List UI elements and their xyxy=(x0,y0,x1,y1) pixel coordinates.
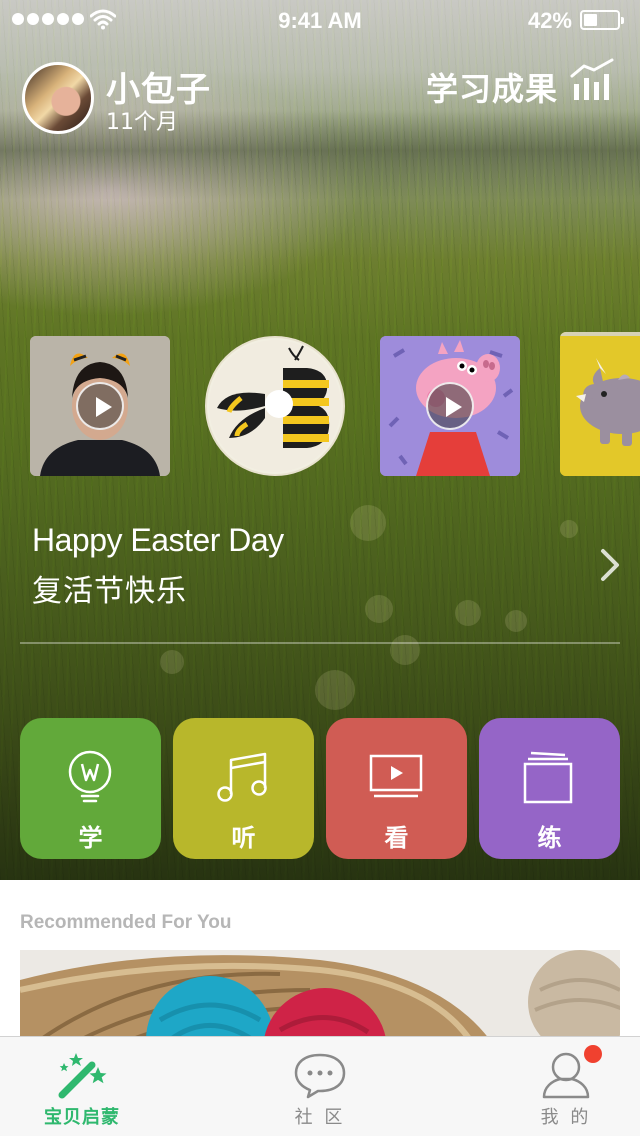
category-practice-label: 练 xyxy=(537,824,562,852)
notification-badge xyxy=(584,1045,602,1063)
category-learn-label: 学 xyxy=(78,824,103,852)
tab-bar: 宝贝启蒙 社 区 我 的 xyxy=(0,1036,640,1136)
rhino-illustration xyxy=(560,332,640,476)
carousel-item-rhino-cartoon[interactable] xyxy=(560,332,640,476)
chevron-right-icon[interactable] xyxy=(600,548,620,582)
category-watch-label: 看 xyxy=(384,824,409,852)
carousel-item-bee-letter-b-craft[interactable] xyxy=(205,336,345,476)
battery-percent: 42% xyxy=(527,8,572,33)
tab-baby-enlightenment[interactable]: 宝贝启蒙 xyxy=(2,1037,162,1136)
avatar[interactable] xyxy=(22,62,94,134)
play-icon[interactable] xyxy=(76,382,124,430)
recommended-heading: Recommended For You xyxy=(20,912,232,933)
carousel-item-tiger-ears-video[interactable] xyxy=(30,336,170,476)
feature-title-en[interactable]: Happy Easter Day xyxy=(32,522,284,559)
magic-wand-stars-icon xyxy=(58,1053,107,1099)
lightbulb-icon xyxy=(68,750,112,803)
yarn-basket-image xyxy=(20,950,620,1040)
music-note-icon xyxy=(217,752,267,802)
divider xyxy=(20,642,620,644)
tab-baby-enlightenment-label: 宝贝启蒙 xyxy=(44,1107,120,1128)
category-listen-label: 听 xyxy=(231,824,256,852)
tab-community[interactable]: 社 区 xyxy=(240,1037,400,1136)
category-listen-button[interactable]: 听 xyxy=(173,718,314,859)
tab-me-label: 我 的 xyxy=(540,1107,592,1128)
featured-carousel[interactable] xyxy=(0,332,640,478)
play-icon[interactable] xyxy=(426,382,474,430)
tab-me[interactable]: 我 的 xyxy=(486,1037,640,1136)
chat-bubble-icon xyxy=(294,1053,346,1099)
battery-level xyxy=(584,14,597,26)
category-watch-button[interactable]: 看 xyxy=(326,718,467,859)
learning-results-button[interactable]: 学习成果 xyxy=(426,64,558,110)
child-age: 11个月 xyxy=(106,110,178,135)
play-screen-icon xyxy=(369,754,423,798)
category-practice-button[interactable]: 练 xyxy=(479,718,620,859)
feature-title-zh[interactable]: 复活节快乐 xyxy=(32,566,187,610)
status-bar: 9:41 AM 42% xyxy=(0,0,640,40)
recommended-card[interactable] xyxy=(20,950,620,1040)
battery-icon xyxy=(580,10,624,30)
category-learn-button[interactable]: 学 xyxy=(20,718,161,859)
bee-letter-b-illustration xyxy=(209,340,341,472)
book-stack-icon xyxy=(523,751,573,804)
bar-chart-trend-icon[interactable] xyxy=(570,58,616,102)
carousel-item-peppa-pig-video[interactable] xyxy=(380,336,520,476)
tab-community-label: 社 区 xyxy=(294,1107,346,1128)
